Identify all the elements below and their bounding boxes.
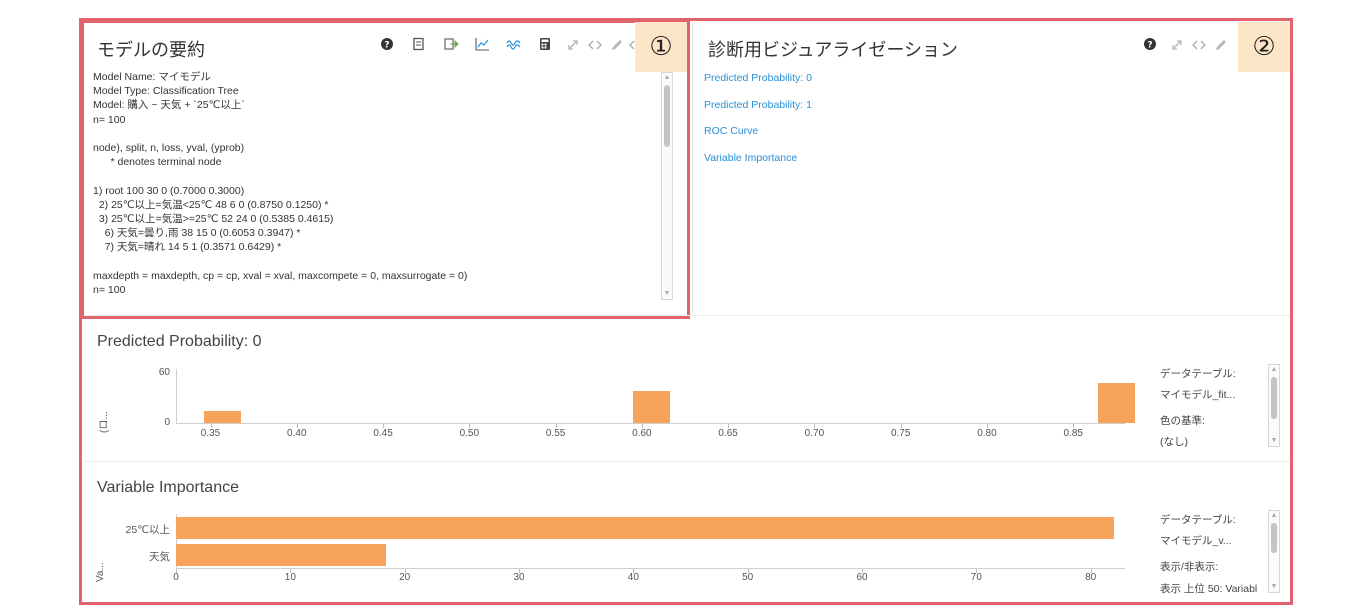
chart1-side-scrollbar[interactable]: ▲ ▼ bbox=[1268, 364, 1280, 447]
summary-line: 6) 天気=曇り,雨 38 15 0 (0.6053 0.3947) * bbox=[93, 227, 301, 240]
chart1-bar bbox=[632, 391, 670, 423]
summary-line: 1) root 100 30 0 (0.7000 0.3000) bbox=[93, 184, 245, 197]
expand-icon[interactable] bbox=[1170, 38, 1186, 54]
chart2-visibility-value[interactable]: 表示 上位 50: Variabl bbox=[1160, 581, 1266, 596]
summary-line: Model: 購入 ~ 天気 + `25℃以上` bbox=[93, 99, 245, 112]
chart2-x-tick-label: 40 bbox=[627, 572, 639, 583]
scroll-down-icon[interactable]: ▼ bbox=[662, 289, 672, 299]
summary-line: 2) 25℃以上=気温<25℃ 48 6 0 (0.8750 0.1250) * bbox=[93, 198, 329, 211]
diagnostics-title: 診断用ビジュアライゼーション bbox=[708, 40, 959, 60]
chart2-x-tick-label: 0 bbox=[173, 572, 179, 583]
chart1-x-tick-label: 0.55 bbox=[545, 428, 566, 439]
chart2-x-tick-label: 80 bbox=[1085, 572, 1097, 583]
chart2-title: Variable Importance bbox=[97, 479, 239, 496]
summary-line: 3) 25℃以上=気温>=25℃ 52 24 0 (0.5385 0.4615) bbox=[93, 213, 334, 226]
chart2-x-tick-label: 60 bbox=[856, 572, 868, 583]
copy-icon[interactable] bbox=[412, 37, 428, 53]
chart1-y-axis bbox=[176, 369, 177, 423]
chart1-table-label: データテーブル: bbox=[1160, 368, 1236, 380]
chart2-bar bbox=[176, 516, 1114, 539]
code-icon[interactable] bbox=[1192, 38, 1208, 54]
scroll-down-icon[interactable]: ▼ bbox=[1269, 436, 1279, 446]
chart1-bar bbox=[204, 411, 242, 423]
chart2-table-value[interactable]: マイモデル_v... bbox=[1160, 533, 1232, 548]
help-icon[interactable]: ? bbox=[1143, 37, 1159, 53]
chart1-x-tick-label: 0.80 bbox=[977, 428, 997, 439]
chart2-side-scrollbar[interactable]: ▲ ▼ bbox=[1268, 510, 1280, 593]
chart2-category-label: 25℃以上 bbox=[125, 523, 170, 536]
svg-text:?: ? bbox=[1147, 41, 1152, 51]
link-predicted-probability-1[interactable]: Predicted Probability: 1 bbox=[704, 99, 812, 111]
chart2-table-label: データテーブル: bbox=[1160, 514, 1236, 526]
chart1-x-tick-label: 0.45 bbox=[373, 428, 393, 439]
summary-line bbox=[93, 255, 658, 269]
chart1-yaxis-title: (ロ... bbox=[99, 411, 110, 433]
chart1-x-tick-label: 0.85 bbox=[1063, 428, 1083, 439]
chart1-y-tick-label: 0 bbox=[164, 417, 170, 428]
svg-text:?: ? bbox=[384, 41, 389, 51]
scrollbar-thumb[interactable] bbox=[1271, 523, 1277, 553]
chart2-category-label: 天気 bbox=[149, 550, 170, 563]
chart1-color-value[interactable]: (なし) bbox=[1160, 434, 1188, 449]
chart2-x-tick-label: 20 bbox=[399, 572, 411, 583]
scroll-down-icon[interactable]: ▼ bbox=[1269, 582, 1279, 592]
chart1-x-tick-label: 0.50 bbox=[459, 428, 480, 439]
summary-line: maxdepth = maxdepth, cp = cp, xval = xva… bbox=[93, 269, 468, 282]
wave-chart-icon[interactable] bbox=[506, 37, 522, 53]
chart1-x-tick-label: 0.40 bbox=[287, 428, 307, 439]
summary-line: Model Name: マイモデル bbox=[93, 71, 211, 83]
summary-line bbox=[93, 169, 658, 183]
chart1-x-tick-label: 0.65 bbox=[718, 428, 738, 439]
summary-line: n= 100 bbox=[93, 284, 126, 297]
scrollbar-thumb[interactable] bbox=[1271, 377, 1277, 419]
calculator-icon[interactable] bbox=[538, 37, 554, 53]
scroll-up-icon[interactable]: ▲ bbox=[1269, 511, 1279, 521]
line-chart-icon[interactable] bbox=[475, 37, 491, 53]
chart2-x-tick-label: 50 bbox=[742, 572, 754, 583]
panel-divider bbox=[692, 24, 693, 314]
chart1-x-axis bbox=[176, 423, 1125, 424]
summary-line: 7) 天気=晴れ 14 5 1 (0.3571 0.6429) * bbox=[93, 241, 282, 254]
summary-line: n= 100 bbox=[93, 113, 126, 126]
expand-icon[interactable] bbox=[566, 38, 582, 54]
chart1-x-tick-label: 0.70 bbox=[804, 428, 825, 439]
summary-line: * denotes terminal node bbox=[93, 156, 222, 169]
summary-line bbox=[93, 127, 658, 141]
help-icon[interactable]: ? bbox=[380, 37, 396, 53]
scroll-up-icon[interactable]: ▲ bbox=[662, 73, 672, 83]
link-predicted-probability-0[interactable]: Predicted Probability: 0 bbox=[704, 72, 812, 84]
section-divider bbox=[84, 315, 1290, 316]
scrollbar-thumb[interactable] bbox=[664, 85, 670, 147]
chart1-table-value[interactable]: マイモデル_fit... bbox=[1160, 387, 1235, 402]
link-variable-importance[interactable]: Variable Importance bbox=[704, 152, 797, 164]
chart1-y-tick-label: 60 bbox=[158, 367, 170, 378]
summary-line: Model Type: Classification Tree bbox=[93, 85, 239, 98]
chart2-x-tick-label: 30 bbox=[513, 572, 525, 583]
chart2-bar bbox=[176, 543, 387, 566]
export-icon[interactable] bbox=[444, 37, 460, 53]
chart1-bar bbox=[1097, 383, 1135, 423]
scroll-up-icon[interactable]: ▲ bbox=[1269, 365, 1279, 375]
chart2-yaxis-title: Va... bbox=[95, 562, 106, 582]
model-summary-title: モデルの要約 bbox=[97, 40, 205, 60]
chart2-x-tick-label: 70 bbox=[970, 572, 982, 583]
code-icon[interactable] bbox=[588, 38, 604, 54]
chart1-x-tick-label: 0.60 bbox=[632, 428, 652, 439]
model-summary-text: Model Name: マイモデル Model Type: Classificat… bbox=[93, 70, 658, 302]
edit-icon[interactable] bbox=[610, 38, 626, 54]
chart2-x-tick-label: 10 bbox=[284, 572, 296, 583]
edit-icon[interactable] bbox=[1214, 38, 1230, 54]
link-roc-curve[interactable]: ROC Curve bbox=[704, 125, 758, 137]
chart2-x-axis bbox=[176, 568, 1125, 569]
chart1-title: Predicted Probability: 0 bbox=[97, 333, 262, 350]
step-badge-2: ② bbox=[1238, 22, 1290, 72]
chart1-color-label: 色の基準: bbox=[1160, 415, 1205, 427]
section-divider bbox=[84, 461, 1290, 462]
summary-line: node), split, n, loss, yval, (yprob) bbox=[93, 142, 245, 155]
chart1-x-tick-label: 0.35 bbox=[200, 428, 221, 439]
chart2-visibility-label: 表示/非表示: bbox=[1160, 561, 1219, 573]
step-badge-1: ① bbox=[635, 22, 687, 72]
summary-scrollbar[interactable]: ▲ ▼ bbox=[661, 72, 673, 300]
chart1-x-tick-label: 0.75 bbox=[890, 428, 911, 439]
